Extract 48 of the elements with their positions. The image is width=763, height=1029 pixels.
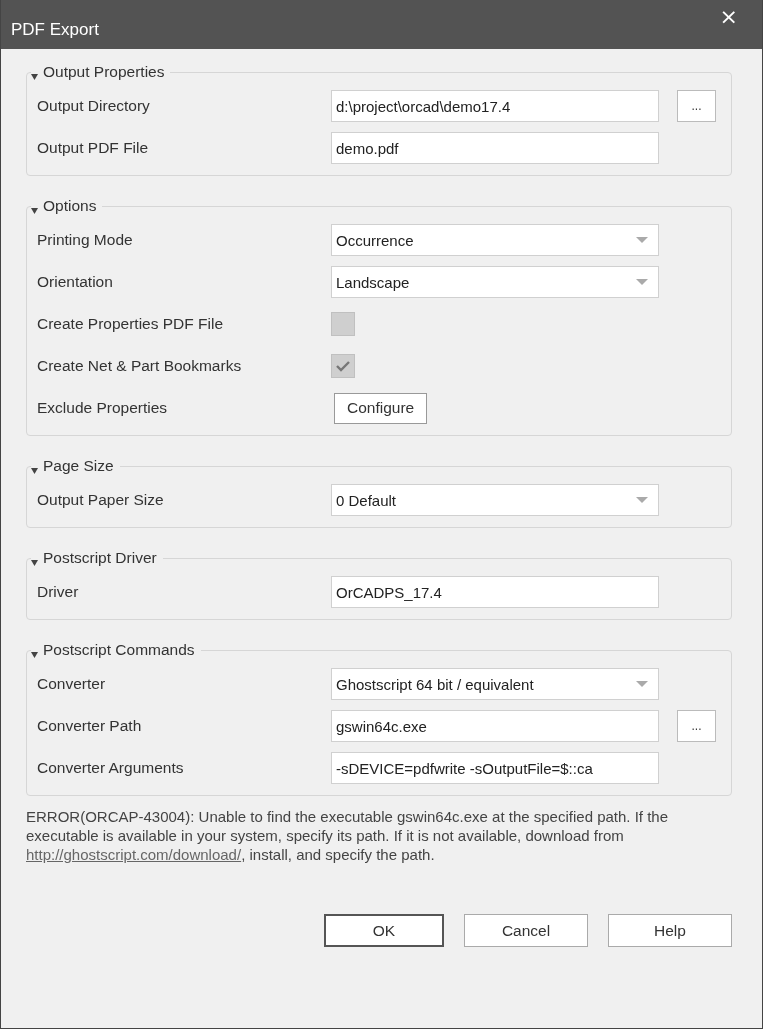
caret-icon	[636, 681, 648, 687]
browse-button[interactable]: ...	[677, 710, 716, 742]
expanded-triangle-icon[interactable]	[31, 207, 38, 214]
checkbox[interactable]	[331, 354, 355, 378]
caret-icon	[636, 279, 648, 285]
group-title: Options	[43, 197, 97, 215]
field-label: Output PDF File	[37, 139, 150, 157]
input-field[interactable]: demo.pdf	[331, 132, 659, 164]
field-label: Output Paper Size	[37, 491, 165, 509]
expanded-triangle-icon[interactable]	[31, 559, 38, 566]
group-title: Page Size	[43, 457, 114, 475]
field-label: Converter Arguments	[37, 759, 185, 777]
field-label: Create Net & Part Bookmarks	[37, 357, 243, 375]
field-label: Orientation	[37, 273, 114, 291]
close-button[interactable]: ×	[715, 6, 742, 28]
field-label: Exclude Properties	[37, 399, 169, 417]
window-title: PDF Export	[11, 20, 99, 40]
dialog-button[interactable]: OK	[324, 914, 444, 947]
checkbox[interactable]	[331, 312, 355, 336]
dropdown[interactable]: Ghostscript 64 bit / equivalent	[331, 668, 659, 700]
configure-button[interactable]: Configure	[334, 392, 428, 424]
caret-icon	[636, 237, 648, 243]
expanded-triangle-icon[interactable]	[31, 651, 38, 658]
field-label: Driver	[37, 583, 80, 601]
input-field[interactable]: OrCADPS_17.4	[331, 576, 659, 608]
field-label: Create Properties PDF File	[37, 315, 225, 333]
group-title: Postscript Commands	[43, 641, 195, 659]
input-field[interactable]: -sDEVICE=pdfwrite -sOutputFile=$::ca	[331, 752, 659, 784]
field-label: Converter Path	[37, 717, 143, 735]
checkmark-icon	[336, 360, 350, 372]
caret-icon	[636, 497, 648, 503]
dropdown[interactable]: 0 Default	[331, 484, 659, 516]
dropdown[interactable]: Occurrence	[331, 224, 659, 256]
group-title: Output Properties	[43, 63, 165, 81]
group-title: Postscript Driver	[43, 549, 157, 567]
browse-button[interactable]: ...	[677, 90, 716, 122]
error-message: ERROR(ORCAP-43004): Unable to find the executable gswin64c.exe at the specified path. If the executable is available in your system, specify its path. If it is not available, download from http://ghostscript.com/download/, install, and specify the path.	[26, 807, 670, 864]
field-label: Output Directory	[37, 97, 151, 115]
dialog-button[interactable]: Help	[608, 914, 732, 947]
field-label: Converter	[37, 675, 107, 693]
expanded-triangle-icon[interactable]	[31, 467, 38, 474]
download-link[interactable]: http://ghostscript.com/download/	[26, 846, 242, 863]
expanded-triangle-icon[interactable]	[31, 73, 38, 80]
input-field[interactable]: gswin64c.exe	[331, 710, 659, 742]
input-field[interactable]: d:\project\orcad\demo17.4	[331, 90, 659, 122]
dialog-button[interactable]: Cancel	[464, 914, 588, 947]
field-label: Printing Mode	[37, 231, 134, 249]
dropdown[interactable]: Landscape	[331, 266, 659, 298]
